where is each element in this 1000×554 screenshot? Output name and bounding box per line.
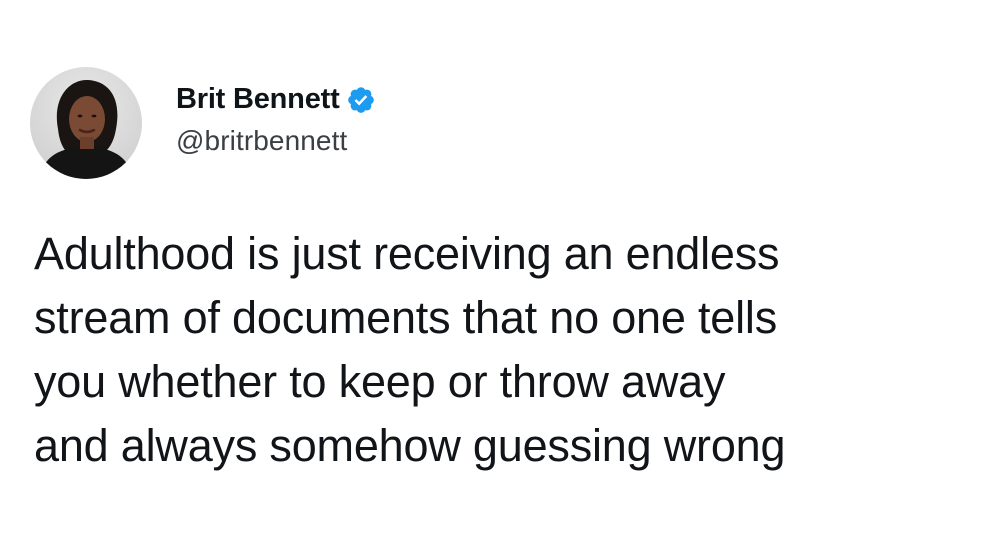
tweet-text-line: and always somehow guessing wrong [34, 420, 786, 471]
tweet-text-line: you whether to keep or throw away [34, 356, 726, 407]
avatar-image [30, 67, 142, 179]
tweet-text-line: Adulthood is just receiving an endless [34, 228, 780, 279]
author-names: Brit Bennett @britrbennett [176, 83, 376, 157]
tweet-text: Adulthood is just receiving an endless s… [34, 222, 984, 478]
avatar[interactable] [30, 67, 142, 179]
tweet-text-line: stream of documents that no one tells [34, 292, 778, 343]
display-name-row: Brit Bennett [176, 83, 376, 116]
author-handle[interactable]: @britrbennett [176, 125, 376, 157]
tweet-header: Brit Bennett @britrbennett [30, 67, 376, 179]
display-name[interactable]: Brit Bennett [176, 83, 340, 116]
verified-badge-icon [346, 85, 376, 115]
tweet-card: Brit Bennett @britrbennett Adulthood is … [0, 0, 1000, 554]
